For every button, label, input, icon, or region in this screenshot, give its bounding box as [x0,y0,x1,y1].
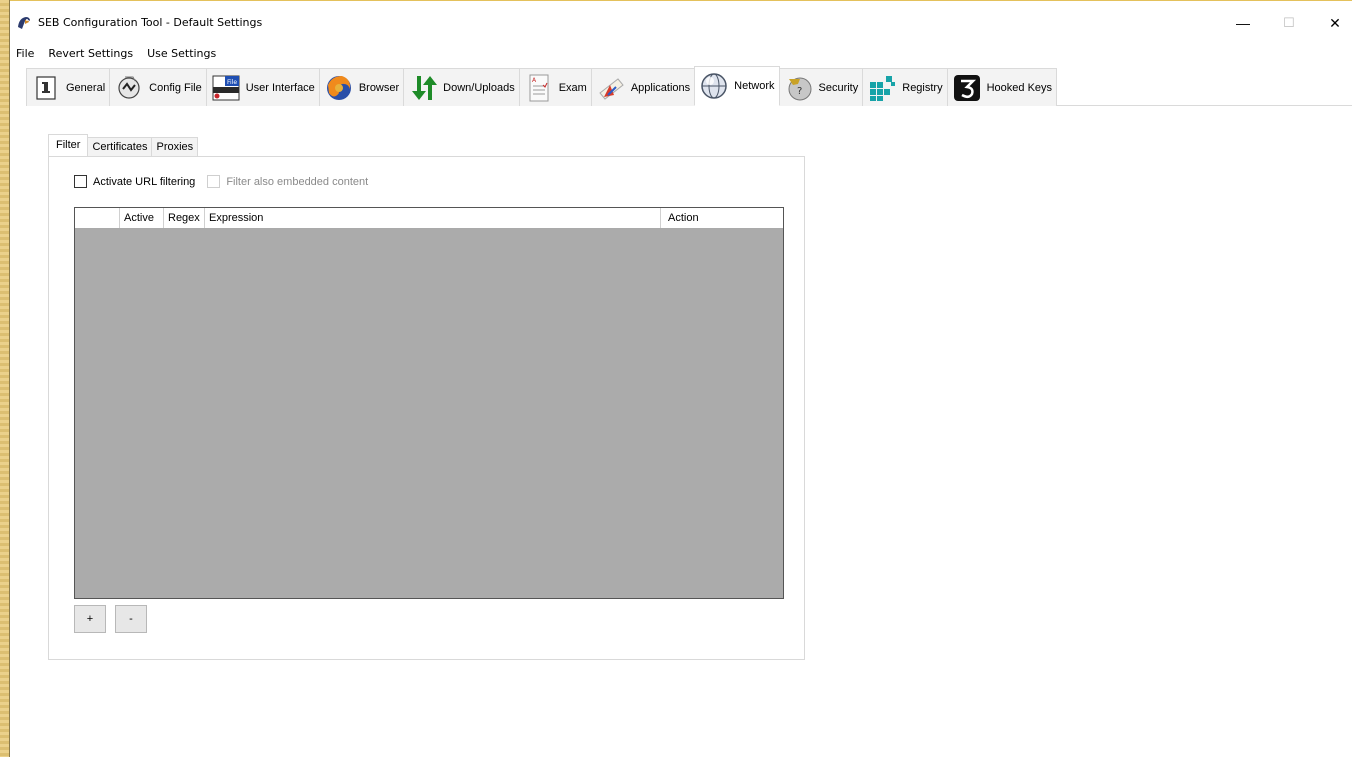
column-regex[interactable]: Regex [164,208,205,228]
tab-hooked-keys[interactable]: Hooked Keys [946,68,1058,106]
network-icon [701,73,727,99]
add-rule-button[interactable]: + [74,605,106,633]
app-window: SEB Configuration Tool - Default Setting… [10,0,1352,757]
tab-registry-label: Registry [902,81,943,94]
tab-user-interface[interactable]: File User Interface [205,68,320,106]
seb-app-icon [18,17,30,29]
menu-use-settings[interactable]: Use Settings [140,45,223,63]
tab-config-file-label: Config File [149,81,202,94]
tab-network[interactable]: Network [694,66,780,106]
title-bar: SEB Configuration Tool - Default Setting… [10,1,1352,39]
grid-header: Active Regex Expression Action [75,208,783,229]
tab-security[interactable]: ? Security [778,68,864,106]
activate-url-filtering-checkbox[interactable] [74,175,87,188]
tab-security-label: Security [818,81,859,94]
grid-row-header-column [75,208,120,228]
browser-icon [326,75,351,100]
tab-down-uploads-label: Down/Uploads [443,81,515,94]
down-uploads-icon [412,75,438,100]
hooked-keys-icon [953,74,980,101]
tab-browser-label: Browser [358,81,400,94]
tab-network-label: Network [734,80,775,92]
subtab-filter[interactable]: Filter [48,134,89,156]
tab-registry[interactable]: Registry [862,68,948,106]
column-active[interactable]: Active [120,208,164,228]
maximize-button[interactable]: ☐ [1266,9,1312,37]
settings-tab-strip: General Config File File User Interface [26,66,1352,106]
svg-text:?: ? [797,86,802,97]
menu-revert-settings[interactable]: Revert Settings [41,45,140,63]
subtab-certificates[interactable]: Certificates [87,137,153,156]
activate-url-filtering-label[interactable]: Activate URL filtering [93,176,195,188]
tab-browser[interactable]: Browser [318,68,405,106]
tab-applications[interactable]: Applications [590,68,696,106]
column-expression[interactable]: Expression [205,208,661,228]
remove-rule-button[interactable]: - [115,605,147,633]
filter-panel: Activate URL filtering Filter also embed… [48,156,805,660]
minimize-button[interactable]: — [1220,9,1266,37]
menu-file[interactable]: File [10,45,41,63]
subtab-proxies[interactable]: Proxies [151,137,199,156]
tab-config-file[interactable]: Config File [109,68,207,106]
tab-hooked-keys-label: Hooked Keys [986,81,1053,94]
filter-options-row: Activate URL filtering Filter also embed… [74,175,380,188]
menu-bar: File Revert Settings Use Settings [10,45,223,63]
applications-icon [599,77,624,100]
tab-general[interactable]: General [26,68,111,106]
grid-buttons: + - [74,605,147,633]
tab-down-uploads[interactable]: Down/Uploads [403,68,520,106]
exam-icon: A [529,74,549,101]
network-subtabs: Filter Certificates Proxies [48,134,199,156]
security-icon: ? [788,77,811,100]
window-title: SEB Configuration Tool - Default Setting… [38,16,263,29]
network-settings-page: Filter Certificates Proxies Activate URL… [10,106,1352,757]
column-action[interactable]: Action [661,208,779,228]
svg-text:File: File [227,79,237,86]
tab-general-label: General [66,81,106,94]
filter-embedded-content-label: Filter also embedded content [226,175,369,188]
desktop-background [0,0,10,757]
tab-exam[interactable]: A Exam [518,68,592,106]
tab-exam-label: Exam [558,81,587,94]
user-interface-icon: File [212,75,240,100]
url-filter-rules-grid[interactable]: Active Regex Expression Action [74,207,784,599]
close-button[interactable]: ✕ [1312,9,1352,37]
filter-embedded-content-checkbox[interactable] [207,175,221,188]
registry-icon [870,75,896,101]
general-icon [36,75,56,100]
tab-applications-label: Applications [630,81,691,94]
tab-user-interface-label: User Interface [245,81,315,94]
config-file-icon [118,76,140,99]
